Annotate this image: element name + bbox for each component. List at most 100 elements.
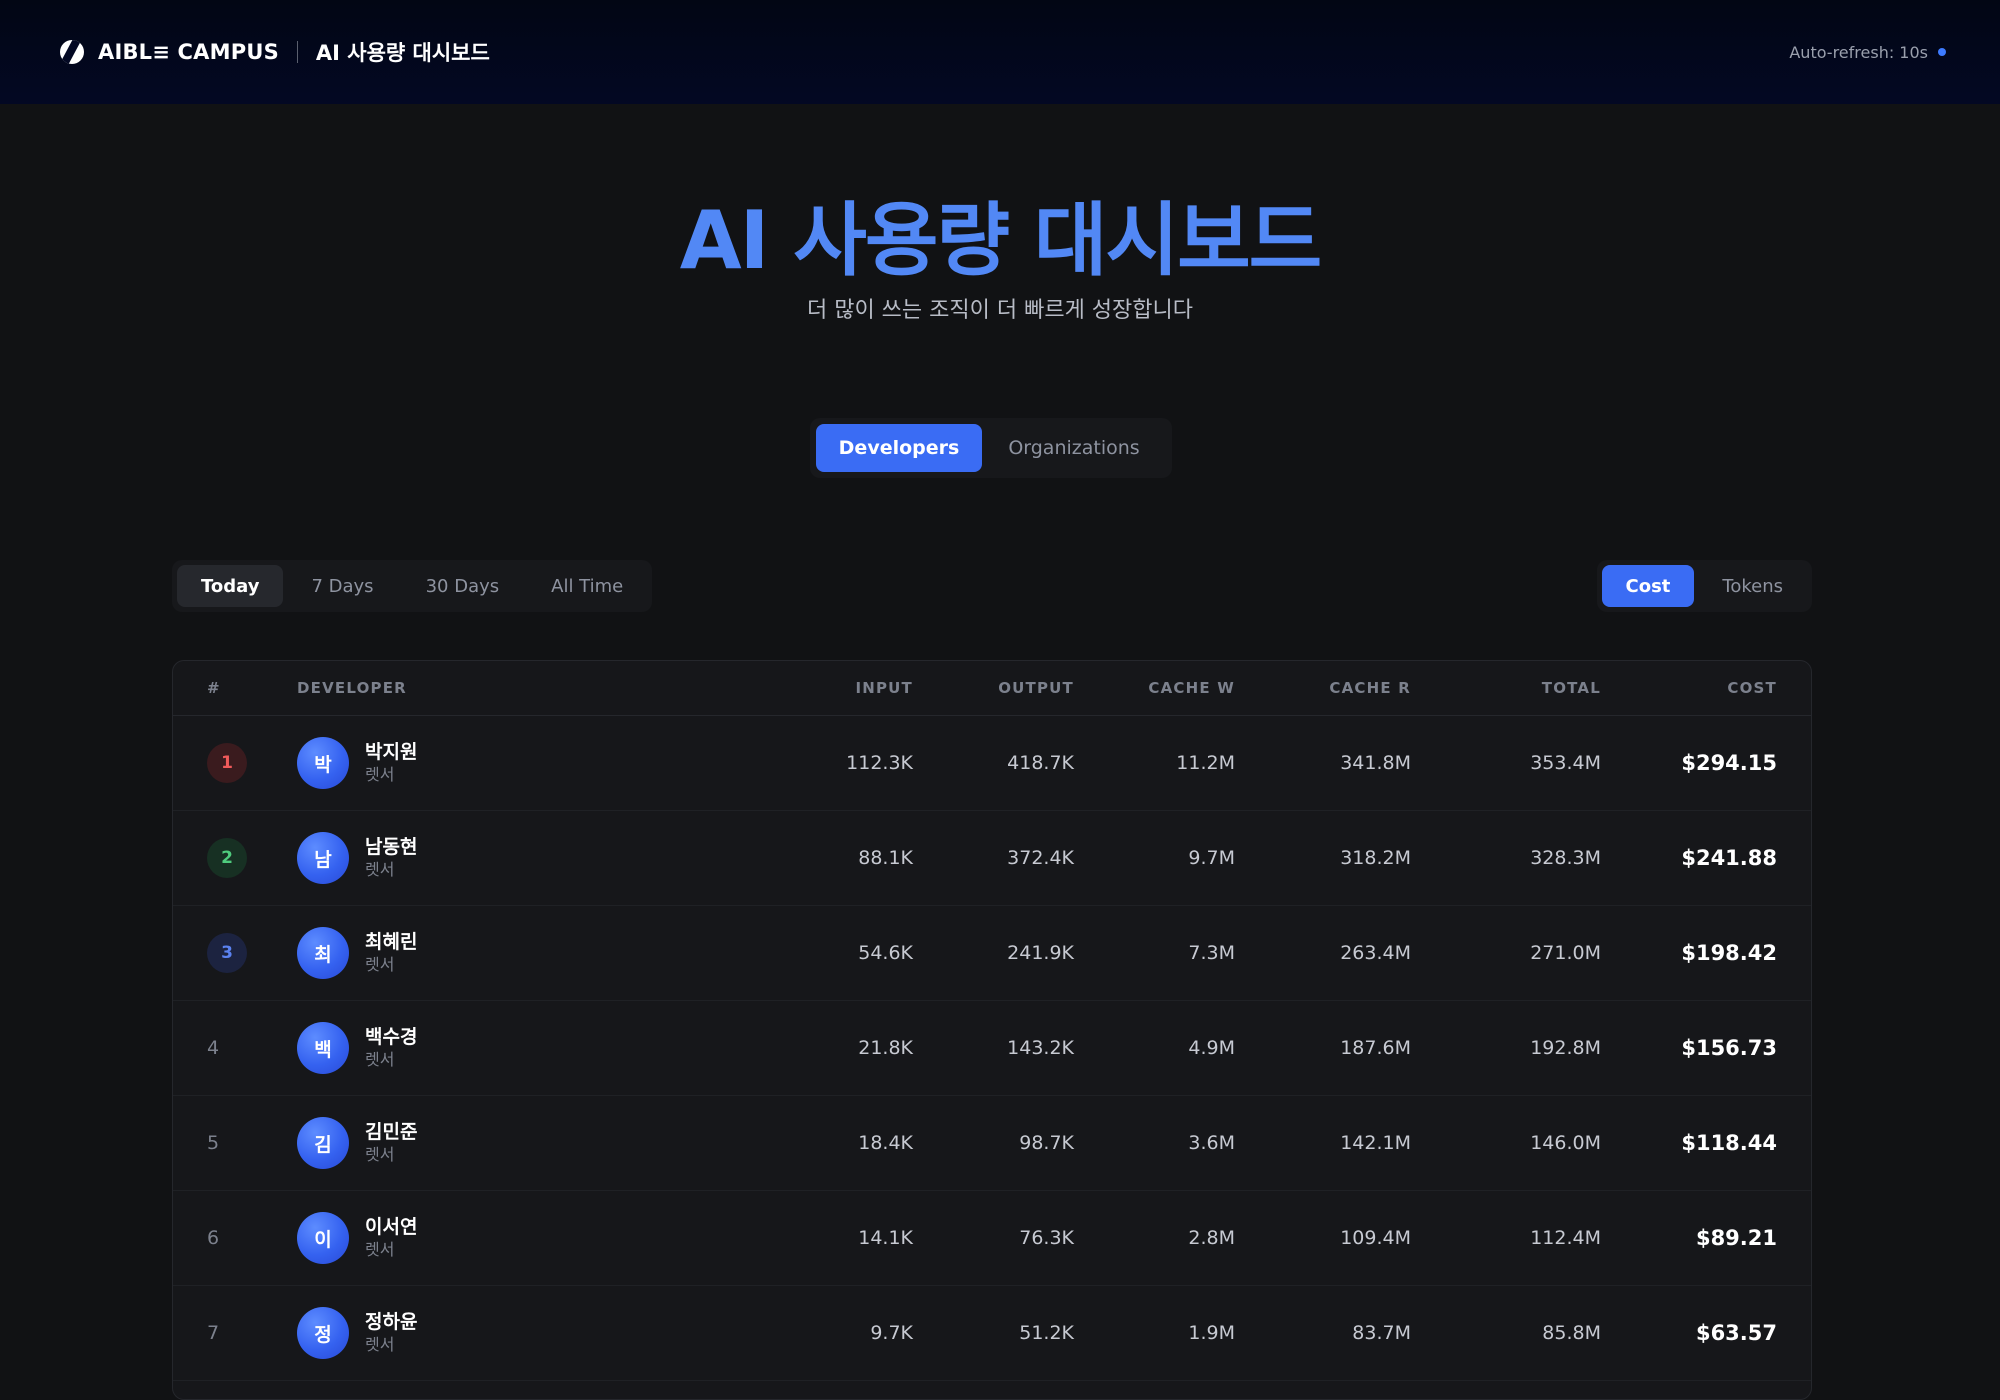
cost-cell: $198.42 xyxy=(1681,941,1777,965)
header-cache-r: CACHE R xyxy=(1329,679,1411,697)
cache-r-cell: 142.1M xyxy=(1340,1132,1411,1154)
avatar: 이 xyxy=(297,1212,349,1264)
developer-name: 남동현 xyxy=(365,836,418,858)
metric-tokens[interactable]: Tokens xyxy=(1698,565,1807,607)
header-cost: COST xyxy=(1727,679,1777,697)
metric-filter: Cost Tokens xyxy=(1596,560,1812,612)
output-cell: 51.2K xyxy=(1019,1322,1074,1344)
tab-organizations[interactable]: Organizations xyxy=(984,424,1164,472)
auto-refresh-status: Auto-refresh: 10s xyxy=(1789,43,1946,62)
output-cell: 76.3K xyxy=(1019,1227,1074,1249)
avatar: 김 xyxy=(297,1117,349,1169)
brand-wordmark: AIBL≡ CAMPUS xyxy=(98,40,279,64)
header-developer: DEVELOPER xyxy=(297,679,407,697)
avatar: 박 xyxy=(297,737,349,789)
total-cell: 328.3M xyxy=(1530,847,1601,869)
logo-icon xyxy=(60,40,84,64)
cache-w-cell: 1.9M xyxy=(1188,1322,1235,1344)
table-row[interactable]: 1 박 박지원 렛서 112.3K 418.7K 11.2M 341.8M 35… xyxy=(173,716,1811,811)
cost-cell: $118.44 xyxy=(1681,1131,1777,1155)
brand-divider xyxy=(296,41,298,63)
header-total: TOTAL xyxy=(1541,679,1601,697)
developer-name: 박지원 xyxy=(365,741,418,763)
developer-org: 렛서 xyxy=(365,955,395,974)
input-cell: 21.8K xyxy=(858,1037,913,1059)
table-row[interactable]: 5 김 김민준 렛서 18.4K 98.7K 3.6M 142.1M 146.0… xyxy=(173,1096,1811,1191)
cache-r-cell: 109.4M xyxy=(1340,1227,1411,1249)
output-cell: 418.7K xyxy=(1007,752,1074,774)
table-row[interactable]: 2 남 남동현 렛서 88.1K 372.4K 9.7M 318.2M 328.… xyxy=(173,811,1811,906)
cache-w-cell: 7.3M xyxy=(1188,942,1235,964)
cache-r-cell: 318.2M xyxy=(1340,847,1411,869)
output-cell: 143.2K xyxy=(1007,1037,1074,1059)
period-all-time[interactable]: All Time xyxy=(527,565,647,607)
table-row[interactable]: 7 정 정하윤 렛서 9.7K 51.2K 1.9M 83.7M 85.8M $… xyxy=(173,1286,1811,1381)
cache-r-cell: 83.7M xyxy=(1352,1322,1411,1344)
rank-badge: 3 xyxy=(207,933,247,973)
table-row[interactable]: 4 백 백수경 렛서 21.8K 143.2K 4.9M 187.6M 192.… xyxy=(173,1001,1811,1096)
metric-cost[interactable]: Cost xyxy=(1601,565,1695,607)
cache-w-cell: 2.8M xyxy=(1188,1227,1235,1249)
cache-w-cell: 3.6M xyxy=(1188,1132,1235,1154)
input-cell: 112.3K xyxy=(846,752,913,774)
avatar: 남 xyxy=(297,832,349,884)
brand[interactable]: AIBL≡ CAMPUS AI 사용량 대시보드 xyxy=(60,37,490,67)
avatar: 최 xyxy=(297,927,349,979)
header-cache-w: CACHE W xyxy=(1148,679,1235,697)
avatar: 정 xyxy=(297,1307,349,1359)
period-30-days[interactable]: 30 Days xyxy=(402,565,524,607)
rank-badge: 1 xyxy=(207,743,247,783)
developer-org: 렛서 xyxy=(365,765,395,784)
developer-name: 정하윤 xyxy=(365,1311,418,1333)
rank-number: 6 xyxy=(207,1227,220,1249)
output-cell: 98.7K xyxy=(1019,1132,1074,1154)
developer-name: 최혜린 xyxy=(365,931,418,953)
rank-number: 4 xyxy=(207,1037,220,1059)
total-cell: 353.4M xyxy=(1530,752,1601,774)
rank-number: 5 xyxy=(207,1132,220,1154)
developer-name: 백수경 xyxy=(365,1026,418,1048)
developer-org: 렛서 xyxy=(365,1335,395,1354)
top-bar: AIBL≡ CAMPUS AI 사용량 대시보드 Auto-refresh: 1… xyxy=(0,0,2000,104)
table-row[interactable]: 6 이 이서연 렛서 14.1K 76.3K 2.8M 109.4M 112.4… xyxy=(173,1191,1811,1286)
live-indicator-icon xyxy=(1938,48,1946,56)
cache-w-cell: 11.2M xyxy=(1176,752,1235,774)
total-cell: 192.8M xyxy=(1530,1037,1601,1059)
input-cell: 14.1K xyxy=(858,1227,913,1249)
period-filter: Today 7 Days 30 Days All Time xyxy=(172,560,653,612)
developer-org: 렛서 xyxy=(365,1240,395,1259)
view-switcher: Developers Organizations xyxy=(810,418,1172,478)
cache-r-cell: 263.4M xyxy=(1340,942,1411,964)
rank-number: 7 xyxy=(207,1322,220,1344)
period-today[interactable]: Today xyxy=(177,565,284,607)
page-title: AI 사용량 대시보드 xyxy=(679,194,1323,287)
developer-org: 렛서 xyxy=(365,860,395,879)
input-cell: 88.1K xyxy=(858,847,913,869)
total-cell: 146.0M xyxy=(1530,1132,1601,1154)
rank-badge: 2 xyxy=(207,838,247,878)
header-output: OUTPUT xyxy=(998,679,1074,697)
avatar: 백 xyxy=(297,1022,349,1074)
total-cell: 85.8M xyxy=(1542,1322,1601,1344)
input-cell: 9.7K xyxy=(870,1322,913,1344)
table-header: # DEVELOPER INPUT OUTPUT CACHE W CACHE R… xyxy=(173,661,1811,716)
developer-org: 렛서 xyxy=(365,1050,395,1069)
table-row[interactable]: 3 최 최혜린 렛서 54.6K 241.9K 7.3M 263.4M 271.… xyxy=(173,906,1811,1001)
header-rank: # xyxy=(207,679,221,697)
cost-cell: $156.73 xyxy=(1681,1036,1777,1060)
input-cell: 54.6K xyxy=(858,942,913,964)
period-7-days[interactable]: 7 Days xyxy=(287,565,397,607)
cost-cell: $241.88 xyxy=(1681,846,1777,870)
tab-developers[interactable]: Developers xyxy=(816,424,982,472)
header-input: INPUT xyxy=(855,679,913,697)
output-cell: 372.4K xyxy=(1007,847,1074,869)
output-cell: 241.9K xyxy=(1007,942,1074,964)
developer-org: 렛서 xyxy=(365,1145,395,1164)
cost-cell: $294.15 xyxy=(1681,751,1777,775)
cost-cell: $63.57 xyxy=(1695,1321,1777,1345)
cache-r-cell: 341.8M xyxy=(1340,752,1411,774)
developer-name: 김민준 xyxy=(365,1121,418,1143)
page-subtitle: 더 많이 쓰는 조직이 더 빠르게 성장합니다 xyxy=(806,298,1194,323)
cache-r-cell: 187.6M xyxy=(1340,1037,1411,1059)
app-title: AI 사용량 대시보드 xyxy=(315,41,490,65)
